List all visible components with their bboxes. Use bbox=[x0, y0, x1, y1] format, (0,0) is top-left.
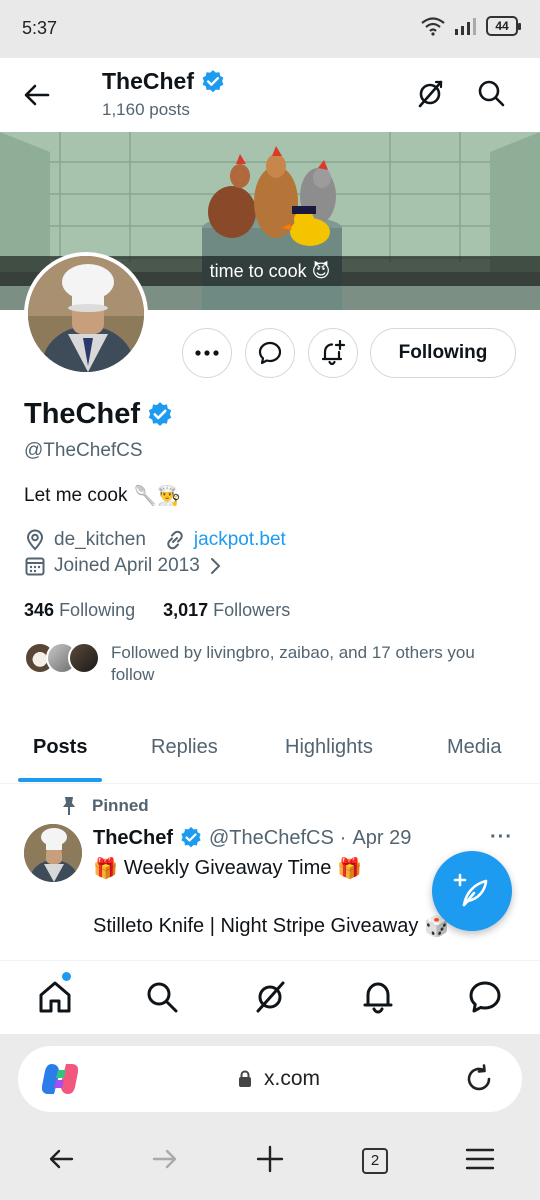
notifications-icon[interactable] bbox=[360, 979, 396, 1015]
bottom-navigation bbox=[0, 960, 540, 1034]
followed-by-text[interactable]: Followed by livingbro, zaibao, and 17 ot… bbox=[111, 642, 521, 686]
following-count: 346 bbox=[24, 600, 55, 620]
browser-back-icon[interactable] bbox=[46, 1144, 76, 1174]
search-icon[interactable] bbox=[476, 78, 506, 108]
pin-icon bbox=[63, 797, 75, 815]
search-icon[interactable] bbox=[144, 979, 180, 1015]
tab-replies[interactable]: Replies bbox=[151, 736, 218, 759]
following-stat[interactable]: 346 Following bbox=[24, 600, 135, 621]
location-icon bbox=[26, 529, 44, 551]
signal-icon bbox=[455, 18, 476, 35]
followers-label: Followers bbox=[213, 600, 291, 620]
tab-posts[interactable]: Posts bbox=[33, 736, 87, 759]
post-more-icon[interactable]: ··· bbox=[490, 826, 513, 849]
reload-icon[interactable] bbox=[464, 1064, 494, 1094]
chevron-right-icon bbox=[210, 558, 221, 574]
wifi-icon bbox=[421, 17, 445, 36]
post-avatar-image bbox=[24, 824, 82, 882]
calendar-icon bbox=[25, 557, 45, 576]
more-icon bbox=[195, 350, 219, 356]
post-line1-text: Weekly Giveaway Time bbox=[123, 857, 332, 879]
followed-by-avatars[interactable] bbox=[24, 642, 100, 674]
followers-count: 3,017 bbox=[163, 600, 209, 620]
more-button[interactable] bbox=[182, 328, 232, 378]
profile-handle: @TheChefCS bbox=[24, 440, 143, 461]
header-title: TheChef bbox=[102, 68, 226, 95]
gift-emoji: 🎁 bbox=[93, 858, 118, 880]
avatar bbox=[68, 642, 100, 674]
profile-header: TheChef 1,160 posts bbox=[0, 58, 540, 132]
verified-badge-icon bbox=[148, 401, 172, 426]
url-text: x.com bbox=[264, 1067, 321, 1090]
tab-highlights[interactable]: Highlights bbox=[285, 736, 373, 759]
pinned-label: Pinned bbox=[92, 796, 149, 815]
address-bar[interactable]: x.com bbox=[18, 1046, 522, 1112]
message-button[interactable] bbox=[245, 328, 295, 378]
menu-icon[interactable] bbox=[465, 1144, 495, 1174]
bio-emoji: 🥄👨‍🍳 bbox=[133, 486, 181, 507]
following-button[interactable]: Following bbox=[370, 328, 516, 378]
profile-joined: Joined April 2013 bbox=[54, 555, 200, 576]
profile-bio: Let me cook 🥄👨‍🍳 bbox=[24, 484, 181, 508]
header-name: TheChef bbox=[102, 68, 194, 94]
message-icon bbox=[258, 341, 282, 365]
messages-icon[interactable] bbox=[467, 979, 503, 1015]
active-tab-indicator bbox=[18, 778, 102, 782]
browser-forward-icon[interactable] bbox=[150, 1144, 180, 1174]
following-label: Following bbox=[59, 600, 136, 620]
link-icon bbox=[167, 530, 183, 550]
back-arrow-icon[interactable] bbox=[22, 80, 52, 110]
bio-text: Let me cook bbox=[24, 485, 128, 506]
profile-tabs: Posts Replies Highlights Media bbox=[0, 722, 540, 784]
post-line2-text: Stilleto Knife | Night Stripe Giveaway bbox=[93, 915, 419, 937]
status-icons: 44 bbox=[420, 16, 521, 36]
grok-icon[interactable] bbox=[252, 979, 288, 1015]
compose-post-button[interactable] bbox=[432, 851, 512, 931]
profile-website-link[interactable]: jackpot.bet bbox=[194, 529, 286, 551]
status-time: 5:37 bbox=[22, 18, 58, 38]
profile-avatar[interactable] bbox=[24, 252, 148, 376]
post-handle[interactable]: @TheChefCS bbox=[209, 827, 334, 850]
profile-meta-row: de_kitchen jackpot.bet bbox=[24, 529, 286, 551]
verified-badge-icon bbox=[181, 827, 201, 848]
post-avatar[interactable] bbox=[24, 824, 82, 882]
profile-stats: 346 Following 3,017 Followers bbox=[24, 600, 290, 621]
verified-badge-icon bbox=[202, 69, 224, 92]
post-date[interactable]: Apr 29 bbox=[352, 827, 411, 850]
home-unread-dot bbox=[62, 972, 71, 981]
profile-name-row: TheChef bbox=[24, 398, 174, 431]
browser-toolbar: x.com bbox=[0, 1034, 540, 1200]
followers-stat[interactable]: 3,017 Followers bbox=[163, 600, 290, 621]
profile-joined-row[interactable]: Joined April 2013 bbox=[24, 555, 222, 577]
post-text-line1: 🎁 Weekly Giveaway Time 🎁 bbox=[93, 856, 362, 881]
notification-add-icon bbox=[321, 339, 346, 366]
profile-location: de_kitchen bbox=[54, 529, 146, 550]
post-text-line2: Stilleto Knife | Night Stripe Giveaway 🎲 bbox=[93, 914, 449, 939]
status-bar: 5:37 44 bbox=[0, 0, 540, 58]
gift-emoji: 🎁 bbox=[337, 858, 363, 880]
profile-name: TheChef bbox=[24, 398, 140, 430]
new-tab-icon[interactable] bbox=[255, 1144, 285, 1174]
avatar-image bbox=[28, 256, 144, 372]
grok-icon[interactable] bbox=[414, 78, 446, 110]
copilot-icon[interactable] bbox=[42, 1062, 78, 1096]
battery-level: 44 bbox=[495, 19, 509, 33]
battery-icon: 44 bbox=[486, 16, 521, 36]
lock-icon bbox=[239, 1070, 251, 1087]
post-separator: · bbox=[339, 826, 347, 849]
pinned-indicator: Pinned bbox=[60, 796, 149, 816]
tab-media[interactable]: Media bbox=[447, 736, 501, 759]
notify-button[interactable] bbox=[308, 328, 358, 378]
home-icon[interactable] bbox=[37, 979, 73, 1015]
compose-feather-icon bbox=[453, 873, 488, 907]
post-author[interactable]: TheChef bbox=[93, 827, 173, 850]
tab-switcher-button[interactable]: 2 bbox=[362, 1148, 388, 1174]
post-header: TheChef @TheChefCS · Apr 29 bbox=[93, 826, 411, 850]
header-post-count: 1,160 posts bbox=[102, 100, 190, 119]
